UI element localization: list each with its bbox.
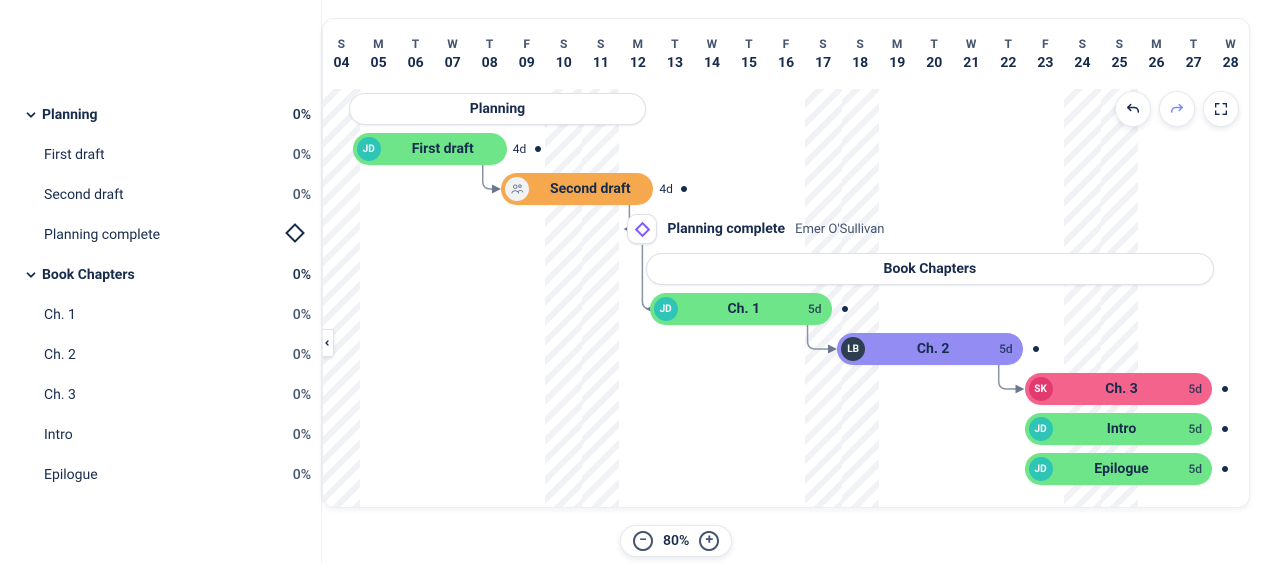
timeline-day: W21 [953, 19, 990, 89]
task-bar[interactable]: JD Epilogue 5d [1025, 453, 1212, 485]
task-status-dot [842, 306, 848, 312]
timeline-day: S18 [842, 19, 879, 89]
task-name: Ch. 2 [873, 341, 993, 357]
summary-bar[interactable]: Planning [349, 93, 646, 125]
assignee-avatar: SK [1029, 377, 1053, 401]
fullscreen-button[interactable] [1203, 91, 1239, 127]
group-progress: 0% [279, 267, 311, 283]
milestone-icon [627, 214, 657, 244]
task-bar[interactable]: JD Intro 5d [1025, 413, 1212, 445]
chevron-down-icon [24, 268, 42, 282]
task-duration: 5d [999, 342, 1013, 356]
task-name: Epilogue [1061, 461, 1183, 477]
timeline-day: W28 [1212, 19, 1249, 89]
task-bar[interactable]: LB Ch. 2 5d [837, 333, 1023, 365]
task-name: Ch. 3 [1061, 381, 1183, 397]
task-duration: 4d [659, 173, 673, 205]
chart-toolbar [1115, 91, 1239, 127]
assignee-avatar: JD [1029, 417, 1053, 441]
task-bar[interactable]: SK Ch. 3 5d [1025, 373, 1212, 405]
task-row-planning-complete[interactable]: Planning complete [0, 215, 321, 255]
timeline-day: M26 [1138, 19, 1175, 89]
timeline-day: T13 [656, 19, 693, 89]
timeline-day: S11 [582, 19, 619, 89]
task-row-intro[interactable]: Intro 0% [0, 415, 321, 455]
task-status-dot [681, 186, 687, 192]
redo-button[interactable] [1159, 91, 1195, 127]
task-bar[interactable]: JD First draft [353, 133, 507, 165]
timeline-day: T08 [471, 19, 508, 89]
task-row-ch3[interactable]: Ch. 3 0% [0, 375, 321, 415]
task-status-dot [535, 146, 541, 152]
task-name: Intro [1061, 421, 1183, 437]
collapse-sidebar-handle[interactable] [322, 329, 334, 357]
timeline-day: M19 [879, 19, 916, 89]
assignee-avatar: JD [357, 137, 381, 161]
task-row-ch2[interactable]: Ch. 2 0% [0, 335, 321, 375]
chevron-down-icon [24, 108, 42, 122]
milestone-icon [279, 226, 311, 244]
milestone-label: Planning complete [667, 221, 785, 237]
group-book-chapters[interactable]: Book Chapters 0% [0, 255, 321, 295]
timeline-day: F09 [508, 19, 545, 89]
task-duration: 4d [513, 133, 527, 165]
task-bar[interactable]: Second draft [501, 173, 653, 205]
undo-button[interactable] [1115, 91, 1151, 127]
timeline-day: S04 [323, 19, 360, 89]
summary-bar[interactable]: Book Chapters [646, 253, 1214, 285]
zoom-out-button[interactable]: − [633, 531, 653, 551]
timeline-day: S24 [1064, 19, 1101, 89]
task-bar[interactable]: JD Ch. 1 5d [650, 293, 832, 325]
task-duration: 5d [1188, 382, 1202, 396]
assignee-avatar: JD [1029, 457, 1053, 481]
timeline-header: S04M05T06W07T08F09S10S11M12T13W14T15F16S… [323, 19, 1249, 89]
timeline-day: T27 [1175, 19, 1212, 89]
task-row-ch1[interactable]: Ch. 1 0% [0, 295, 321, 335]
group-label: Book Chapters [42, 267, 279, 283]
timeline-day: S10 [545, 19, 582, 89]
zoom-level: 80% [663, 533, 689, 549]
zoom-in-button[interactable]: + [699, 531, 719, 551]
assignee-avatar: LB [841, 337, 865, 361]
group-planning[interactable]: Planning 0% [0, 95, 321, 135]
milestone-assignee: Emer O'Sullivan [795, 222, 884, 237]
timeline-day: F23 [1027, 19, 1064, 89]
timeline-day: W07 [434, 19, 471, 89]
task-status-dot [1222, 426, 1228, 432]
task-row-epilogue[interactable]: Epilogue 0% [0, 455, 321, 495]
task-status-dot [1222, 466, 1228, 472]
timeline-day: F16 [768, 19, 805, 89]
timeline-day: W14 [693, 19, 730, 89]
milestone[interactable]: Planning complete Emer O'Sullivan [627, 213, 884, 245]
task-row-second-draft[interactable]: Second draft 0% [0, 175, 321, 215]
task-duration: 5d [808, 302, 822, 316]
assignee-avatar [505, 177, 529, 201]
task-row-first-draft[interactable]: First draft 0% [0, 135, 321, 175]
timeline-day: T22 [990, 19, 1027, 89]
group-label: Planning [42, 107, 279, 123]
task-list-sidebar: Planning 0% First draft 0% Second draft … [0, 0, 322, 564]
task-duration: 5d [1188, 422, 1202, 436]
task-status-dot [1033, 346, 1039, 352]
timeline-day: T15 [731, 19, 768, 89]
timeline-day: T06 [397, 19, 434, 89]
task-status-dot [1222, 386, 1228, 392]
timeline-day: S25 [1101, 19, 1138, 89]
gantt-chart[interactable]: S04M05T06W07T08F09S10S11M12T13W14T15F16S… [322, 18, 1250, 508]
task-name: First draft [389, 141, 497, 157]
group-progress: 0% [279, 107, 311, 123]
timeline-day: T20 [916, 19, 953, 89]
zoom-control: − 80% + [620, 525, 732, 557]
task-name: Second draft [537, 181, 643, 197]
task-duration: 5d [1188, 462, 1202, 476]
assignee-avatar: JD [654, 297, 678, 321]
timeline-day: M05 [360, 19, 397, 89]
timeline-day: S17 [805, 19, 842, 89]
task-name: Ch. 1 [686, 301, 802, 317]
timeline-day: M12 [619, 19, 656, 89]
